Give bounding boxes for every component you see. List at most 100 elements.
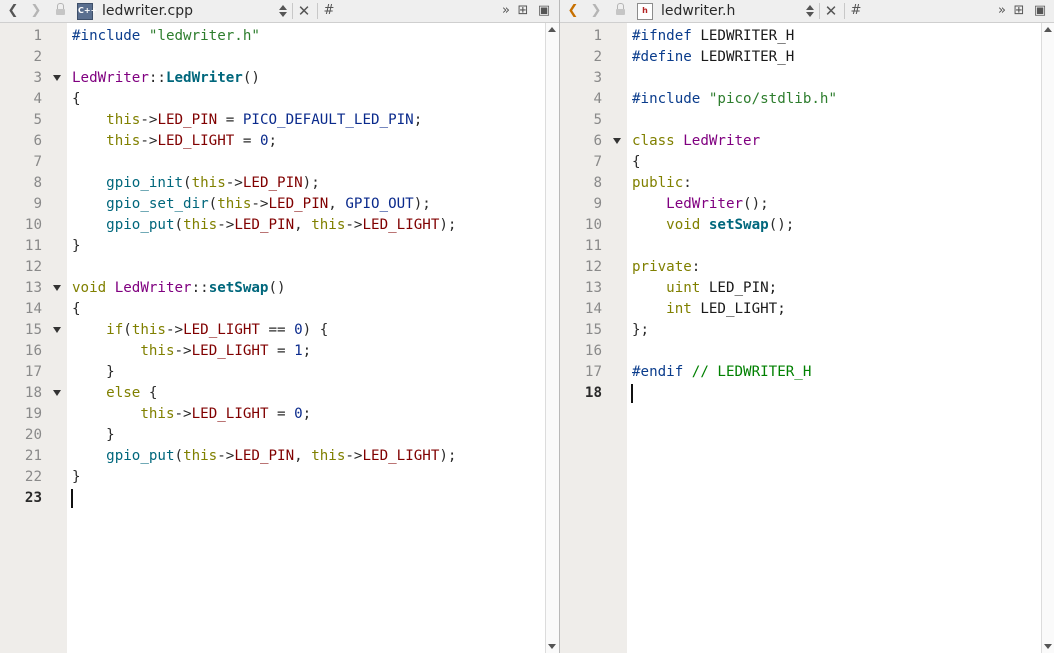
line-number[interactable]: 14 [0,299,42,320]
code-line[interactable]: } [72,236,81,257]
line-number[interactable]: 19 [0,404,42,425]
code-line[interactable]: this->LED_LIGHT = 0; [72,404,311,425]
code-line[interactable]: #ifndef LEDWRITER_H [632,26,794,47]
file-name[interactable]: ledwriter.cpp [102,0,193,22]
code-line[interactable]: gpio_put(this->LED_PIN, this->LED_LIGHT)… [72,215,456,236]
line-number[interactable]: 7 [0,152,42,173]
code-line[interactable]: else { [72,383,157,404]
code-line[interactable]: #include "pico/stdlib.h" [632,89,837,110]
line-number[interactable]: 13 [0,278,42,299]
line-number[interactable]: 11 [560,236,602,257]
line-number[interactable]: 10 [560,215,602,236]
line-number[interactable]: 12 [560,257,602,278]
back-arrow-icon[interactable]: ❮ [6,0,20,22]
forward-arrow-icon[interactable]: ❯ [29,0,43,22]
fold-arrow-icon[interactable] [613,138,621,144]
line-number[interactable]: 4 [560,89,602,110]
code-line[interactable]: } [72,425,115,446]
forward-arrow-icon[interactable]: ❯ [589,0,603,22]
line-number[interactable]: 8 [0,173,42,194]
line-number[interactable]: 5 [560,110,602,131]
line-number[interactable]: 17 [560,362,602,383]
code-line[interactable]: #include "ledwriter.h" [72,26,260,47]
close-split-icon[interactable]: ▣ [1032,0,1048,22]
line-number[interactable]: 4 [0,89,42,110]
line-number[interactable]: 12 [0,257,42,278]
line-number[interactable]: 3 [560,68,602,89]
line-number[interactable]: 15 [0,320,42,341]
code-line[interactable]: this->LED_LIGHT = 0; [72,131,277,152]
fold-arrow-icon[interactable] [53,390,61,396]
code-line[interactable]: if(this->LED_LIGHT == 0) { [72,320,328,341]
split-view-icon[interactable]: ⊞ [1011,0,1027,22]
code-line[interactable]: uint LED_PIN; [632,278,777,299]
code-line[interactable]: this->LED_LIGHT = 1; [72,341,311,362]
vertical-scrollbar[interactable] [1041,23,1054,653]
line-number[interactable]: 13 [560,278,602,299]
line-number[interactable]: 2 [0,47,42,68]
code-line[interactable]: } [72,467,81,488]
scroll-down-icon[interactable] [1044,644,1052,649]
line-number[interactable]: 10 [0,215,42,236]
line-number[interactable]: 23 [0,488,42,509]
lock-icon[interactable] [56,3,65,15]
line-number[interactable]: 3 [0,68,42,89]
code-line[interactable]: private: [632,257,700,278]
vertical-scrollbar[interactable] [545,23,559,653]
close-icon[interactable]: ✕ [296,0,312,22]
line-number[interactable]: 9 [0,194,42,215]
code-line[interactable]: this->LED_PIN = PICO_DEFAULT_LED_PIN; [72,110,422,131]
symbol-menu[interactable]: # [322,0,336,22]
line-number[interactable]: 15 [560,320,602,341]
code-line[interactable]: { [72,89,81,110]
code-line[interactable]: { [632,152,641,173]
code-line[interactable]: LedWriter::LedWriter() [72,68,260,89]
line-number[interactable]: 11 [0,236,42,257]
scroll-down-icon[interactable] [548,644,556,649]
line-number[interactable]: 16 [560,341,602,362]
back-arrow-icon[interactable]: ❮ [566,0,580,22]
code-line[interactable]: LedWriter(); [632,194,769,215]
line-number[interactable]: 21 [0,446,42,467]
fold-arrow-icon[interactable] [53,327,61,333]
code-line[interactable]: gpio_set_dir(this->LED_PIN, GPIO_OUT); [72,194,431,215]
line-number[interactable]: 20 [0,425,42,446]
lock-icon[interactable] [616,3,625,15]
line-number[interactable]: 16 [0,341,42,362]
scroll-up-icon[interactable] [1044,27,1052,32]
code-line[interactable]: public: [632,173,692,194]
line-number[interactable]: 6 [560,131,602,152]
line-number[interactable]: 9 [560,194,602,215]
file-name[interactable]: ledwriter.h [661,0,735,22]
line-number[interactable]: 18 [560,383,602,404]
line-number[interactable]: 7 [560,152,602,173]
code-line[interactable]: class LedWriter [632,131,760,152]
code-line[interactable]: void LedWriter::setSwap() [72,278,286,299]
code-line[interactable]: gpio_init(this->LED_PIN); [72,173,320,194]
line-number[interactable]: 22 [0,467,42,488]
line-number[interactable]: 18 [0,383,42,404]
code-line[interactable]: #define LEDWRITER_H [632,47,794,68]
more-chevron-icon[interactable]: » [499,0,513,22]
code-line[interactable]: int LED_LIGHT; [632,299,786,320]
file-switcher-arrows-icon[interactable] [805,2,815,20]
code-line[interactable]: gpio_put(this->LED_PIN, this->LED_LIGHT)… [72,446,456,467]
code-line[interactable]: } [72,362,115,383]
line-number[interactable]: 6 [0,131,42,152]
line-number[interactable]: 1 [0,26,42,47]
close-split-icon[interactable]: ▣ [536,0,552,22]
fold-arrow-icon[interactable] [53,75,61,81]
line-number[interactable]: 14 [560,299,602,320]
symbol-menu[interactable]: # [849,0,863,22]
line-number[interactable]: 8 [560,173,602,194]
file-switcher-arrows-icon[interactable] [278,2,288,20]
split-view-icon[interactable]: ⊞ [515,0,531,22]
more-chevron-icon[interactable]: » [995,0,1009,22]
code-line[interactable]: }; [632,320,649,341]
line-number[interactable]: 17 [0,362,42,383]
close-icon[interactable]: ✕ [823,0,839,22]
code-line[interactable]: #endif // LEDWRITER_H [632,362,811,383]
line-number[interactable]: 2 [560,47,602,68]
fold-arrow-icon[interactable] [53,285,61,291]
line-number[interactable]: 5 [0,110,42,131]
